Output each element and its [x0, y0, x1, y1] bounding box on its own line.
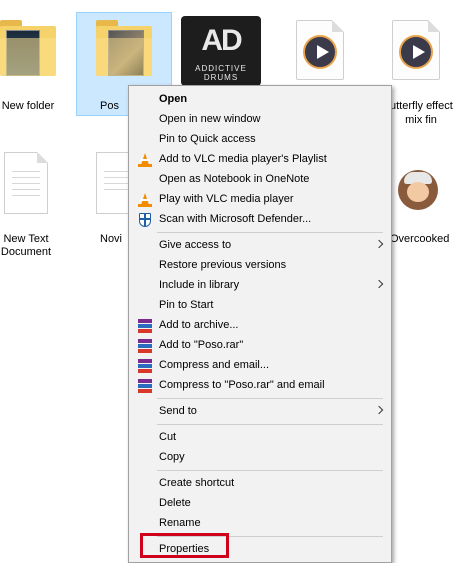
menu-item-label: Include in library	[159, 279, 240, 291]
desktop-item-label: utterfly effect	[390, 100, 453, 112]
menu-item-label: Add to archive...	[159, 319, 239, 331]
menu-item-compress-and-email[interactable]: Compress and email...	[129, 356, 391, 376]
menu-item-cut[interactable]: Cut	[129, 428, 391, 448]
desktop-item-new-folder[interactable]	[0, 14, 56, 114]
desktop-item-label: Overcooked	[390, 233, 450, 245]
folder-icon	[96, 20, 152, 76]
media-file-icon[interactable]	[296, 20, 344, 80]
menu-item-label: Restore previous versions	[159, 259, 287, 271]
menu-item-label: Add to "Poso.rar"	[159, 339, 244, 351]
menu-item-label: Open	[159, 93, 188, 105]
menu-separator	[157, 470, 383, 471]
desktop-item-label: mix fin	[405, 114, 437, 126]
desktop-item-label: New Text	[3, 233, 49, 245]
properties-highlight-box	[140, 533, 229, 558]
ad-logo-text: ADDICTIVE DRUMS	[195, 64, 247, 82]
menu-item-include-in-library[interactable]: Include in library	[129, 276, 391, 296]
menu-item-create-shortcut[interactable]: Create shortcut	[129, 474, 391, 494]
desktop-item-label: New folder	[1, 100, 55, 112]
menu-item-send-to[interactable]: Send to	[129, 402, 391, 422]
text-file-icon[interactable]	[4, 152, 48, 214]
menu-item-compress-to-poso-rar-and-email[interactable]: Compress to "Poso.rar" and email	[129, 376, 391, 396]
folder-icon	[0, 20, 56, 76]
defender-icon	[138, 213, 152, 227]
menu-item-label: Add to VLC media player's Playlist	[159, 153, 327, 165]
menu-separator	[157, 232, 383, 233]
play-icon	[399, 35, 433, 69]
winrar-icon	[138, 379, 152, 393]
menu-item-label: Send to	[159, 405, 197, 417]
menu-item-play-with-vlc-media-player[interactable]: Play with VLC media player	[129, 190, 391, 210]
menu-item-label: Copy	[159, 451, 185, 463]
context-menu: Open Open in new window Pin to Quick acces…	[128, 85, 392, 563]
menu-item-label: Pin to Start	[159, 299, 214, 311]
menu-item-label: Rename	[159, 517, 201, 529]
chevron-right-icon	[374, 279, 384, 289]
menu-item-give-access-to[interactable]: Give access to	[129, 236, 391, 256]
menu-item-copy[interactable]: Copy	[129, 448, 391, 468]
menu-item-label: Create shortcut	[159, 477, 235, 489]
vlc-icon	[138, 153, 152, 167]
menu-item-add-to-vlc-media-player-s-playlist[interactable]: Add to VLC media player's Playlist	[129, 150, 391, 170]
menu-item-label: Give access to	[159, 239, 232, 251]
menu-item-delete[interactable]: Delete	[129, 494, 391, 514]
menu-item-label: Scan with Microsoft Defender...	[159, 213, 312, 225]
menu-item-label: Cut	[159, 431, 177, 443]
menu-item-label: Open as Notebook in OneNote	[159, 173, 310, 185]
menu-item-label: Delete	[159, 497, 191, 509]
menu-item-pin-to-quick-access[interactable]: Pin to Quick access	[129, 130, 391, 150]
menu-item-restore-previous-versions[interactable]: Restore previous versions	[129, 256, 391, 276]
ad-logo: AD	[201, 24, 242, 57]
desktop-item-label: Novi	[100, 233, 123, 245]
play-icon	[303, 35, 337, 69]
desktop-item-label: Pos	[100, 100, 119, 112]
chevron-right-icon	[374, 239, 384, 249]
overcooked-game-icon[interactable]	[398, 170, 438, 210]
menu-item-rename[interactable]: Rename	[129, 514, 391, 534]
chevron-right-icon	[374, 405, 384, 415]
menu-item-open-as-notebook-in-onenote[interactable]: Open as Notebook in OneNote	[129, 170, 391, 190]
menu-item-pin-to-start[interactable]: Pin to Start	[129, 296, 391, 316]
menu-item-label: Play with VLC media player	[159, 193, 294, 205]
vlc-icon	[138, 193, 152, 207]
media-file-icon[interactable]	[392, 20, 440, 80]
menu-item-label: Compress and email...	[159, 359, 270, 371]
menu-item-label: Open in new window	[159, 113, 261, 125]
menu-item-add-to-archive[interactable]: Add to archive...	[129, 316, 391, 336]
menu-item-open[interactable]: Open	[129, 90, 391, 110]
menu-item-open-in-new-window[interactable]: Open in new window	[129, 110, 391, 130]
menu-separator	[157, 398, 383, 399]
menu-item-add-to-poso-rar[interactable]: Add to "Poso.rar"	[129, 336, 391, 356]
addictive-drums-icon[interactable]: AD ADDICTIVE DRUMS	[181, 16, 261, 86]
menu-item-scan-with-microsoft-defender[interactable]: Scan with Microsoft Defender...	[129, 210, 391, 230]
winrar-icon	[138, 359, 152, 373]
winrar-icon	[138, 319, 152, 333]
menu-separator	[157, 424, 383, 425]
desktop-item-label: Document	[0, 246, 52, 258]
menu-item-label: Compress to "Poso.rar" and email	[159, 379, 325, 391]
winrar-icon	[138, 339, 152, 353]
menu-item-label: Pin to Quick access	[159, 133, 256, 145]
